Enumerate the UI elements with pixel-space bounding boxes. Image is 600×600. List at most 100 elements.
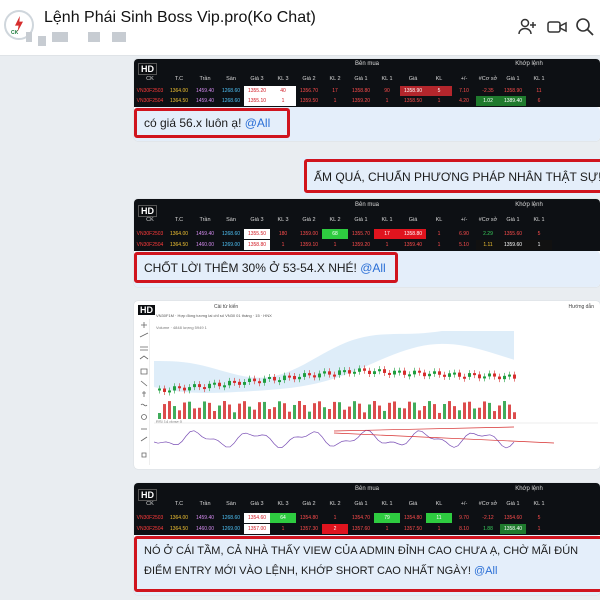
volume-bar (158, 413, 161, 419)
volume-bar (443, 404, 446, 419)
volume-bar (363, 412, 366, 419)
candle-body (508, 374, 511, 377)
table-cell: 1364.00 (169, 88, 189, 94)
rsi-line (154, 429, 515, 449)
message-bubble[interactable]: ẤM QUÁ, CHUẨN PHƯƠNG PHÁP NHÂN THẬT SỰ! … (300, 157, 600, 197)
candle-body (303, 373, 306, 377)
search-icon[interactable] (574, 16, 596, 38)
column-header: Giá 2 (302, 76, 316, 82)
table-cell: VN30F2504 (136, 242, 164, 248)
volume-bar (233, 412, 236, 419)
mention-all-link[interactable]: @All (245, 116, 271, 130)
table-cell: 8.10 (459, 526, 469, 532)
column-header: Giá 1 (506, 76, 520, 82)
table-cell: 1358.40 (500, 524, 526, 534)
volume-bar (393, 401, 396, 419)
table-cell: 1268.60 (221, 231, 241, 237)
table-cell: 11 (536, 88, 542, 94)
volume-bar (348, 406, 351, 419)
video-call-icon[interactable] (546, 16, 568, 38)
candle-body (248, 378, 251, 383)
mention-all-link[interactable]: @All (360, 261, 386, 275)
message-card[interactable]: HD Bên mua Khớp lệnh CK T.C Trần Sàn Giá 3 KL… (134, 59, 600, 141)
candle-body (448, 373, 451, 377)
message-list[interactable]: HD Bên mua Khớp lệnh CK T.C Trần Sàn Giá 3 KL… (0, 57, 600, 600)
message-text: CHỐT LỜI THÊM 30% Ở 53-54.X NHÉ! @All (144, 261, 386, 275)
table-cell: 17 (332, 88, 338, 94)
table-cell: 1460.00 (195, 242, 215, 248)
table-cell: 1459.40 (195, 231, 215, 237)
column-header: KL 3 (277, 217, 289, 223)
volume-bar (493, 411, 496, 419)
member-info-redacted (26, 32, 126, 46)
add-member-icon[interactable] (516, 16, 538, 38)
candle-body (238, 381, 241, 385)
table-cell: 1 (537, 526, 541, 532)
volume-bar (293, 404, 296, 419)
ben-mua-header: Bên mua (354, 61, 379, 67)
candle-body (383, 369, 386, 373)
column-header: KL (435, 501, 443, 507)
candle-body (178, 386, 181, 389)
price-board-image: HD Bên mua Khớp lệnh CK T.C Trần Sàn Giá 3 KL… (134, 483, 600, 535)
table-cell: 1.02 (476, 96, 500, 106)
drawing-toolbar[interactable] (138, 319, 150, 465)
table-cell: 1459.40 (195, 515, 215, 521)
table-cell: 5 (426, 86, 452, 96)
volume-bar (238, 403, 241, 419)
candle-body (188, 387, 191, 391)
table-cell: 1359.20 (351, 242, 371, 248)
column-header: Giá (408, 501, 418, 507)
chart-screenshot[interactable]: HD Cài từ kiến Hướng dẫn VN30F1M · Hợp đ… (134, 301, 600, 469)
volume-bar (203, 401, 206, 419)
table-cell: 1364.50 (169, 98, 189, 104)
table-cell: 1 (281, 526, 285, 532)
table-cell: 1357.50 (403, 526, 423, 532)
candle-body (293, 375, 296, 380)
candle-body (488, 373, 491, 377)
table-cell: 1358.90 (503, 88, 523, 94)
table-cell: 1389.40 (500, 96, 526, 106)
chart-toolbar-right: Hướng dẫn (568, 304, 594, 310)
column-header: Giá (408, 76, 418, 82)
column-header: KL 1 (381, 76, 393, 82)
message-text: ẤM QUÁ, CHUẨN PHƯƠNG PHÁP NHÂN THẬT SỰ! … (314, 170, 600, 184)
table-cell: VN30F2504 (136, 98, 164, 104)
candle-body (513, 374, 516, 379)
table-cell: VN30F2504 (136, 526, 164, 532)
table-cell: 1.88 (483, 526, 493, 532)
group-title[interactable]: Lệnh Phái Sinh Boss Vip.pro(Ko Chat) (44, 9, 316, 27)
volume-bar (228, 404, 231, 419)
candle-body (428, 373, 431, 377)
candle-body (288, 375, 291, 378)
volume-bar (338, 402, 341, 419)
candle-body (473, 373, 476, 376)
table-cell: 1359.50 (299, 98, 319, 104)
table-cell: 1 (437, 242, 441, 248)
message-card[interactable]: HD Bên mua Khớp lệnh CK T.C Trần Sàn Giá 3 KL… (134, 483, 600, 595)
candle-body (403, 370, 406, 375)
candle-body (253, 378, 256, 382)
volume-bar (223, 401, 226, 419)
table-cell: 6.90 (459, 231, 469, 237)
table-cell: 1269.00 (221, 526, 241, 532)
volume-bar (213, 411, 216, 419)
volume-bar (353, 401, 356, 419)
message-bubble: CHỐT LỜI THÊM 30% Ở 53-54.X NHÉ! @All (134, 251, 600, 287)
candle-body (328, 371, 331, 375)
mention-all-link[interactable]: @All (474, 565, 497, 577)
message-card[interactable]: HD Bên mua Khớp lệnh CK T.C Trần Sàn Giá 3 KL… (134, 199, 600, 287)
candle-body (223, 385, 226, 388)
bollinger-band (154, 331, 514, 393)
volume-bar (333, 401, 336, 419)
price-board-image: HD Bên mua Khớp lệnh CK T.C Trần Sàn Giá 3 KL… (134, 199, 600, 251)
column-header: Giá 2 (302, 217, 316, 223)
column-header: #Cơ sở (478, 217, 498, 223)
volume-bar (258, 402, 261, 419)
candle-body (393, 370, 396, 375)
table-cell: 1364.00 (169, 231, 189, 237)
khop-lenh-header: Khớp lệnh (515, 202, 543, 208)
column-header: #Cơ sở (478, 76, 498, 82)
table-cell: 1358.90 (400, 86, 426, 96)
chart-title: VN30F1M · Hợp đồng tương lai chỉ số VN30… (156, 313, 272, 318)
